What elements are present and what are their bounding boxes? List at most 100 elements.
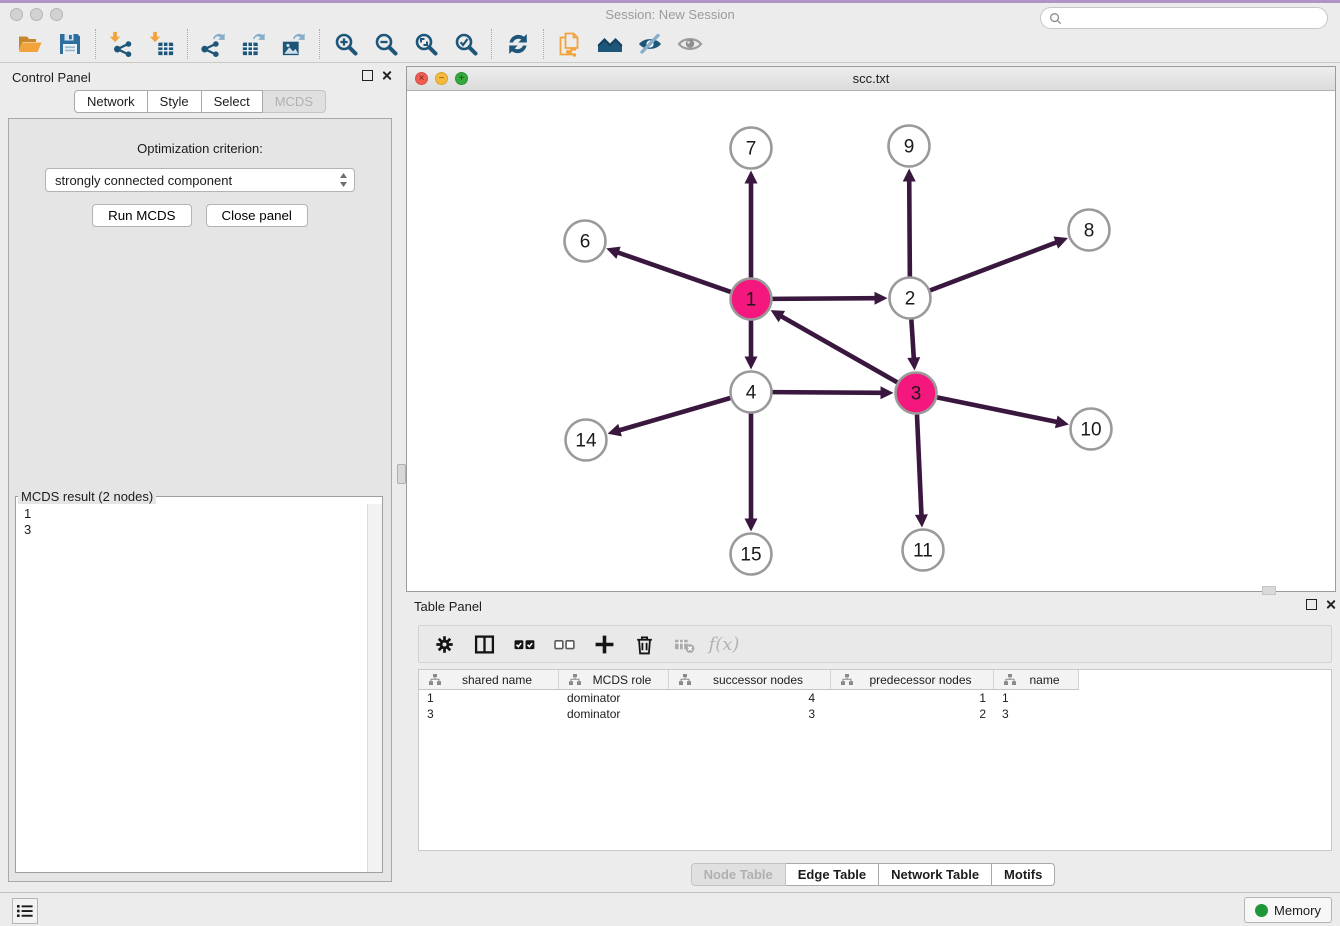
import-table-button[interactable] xyxy=(142,29,182,59)
table-cell[interactable]: 2 xyxy=(831,706,994,722)
node-label: 1 xyxy=(746,290,757,311)
graph-node-15[interactable]: 15 xyxy=(731,534,772,575)
table-cell[interactable]: dominator xyxy=(559,690,669,706)
graph-edge-4-14[interactable] xyxy=(608,398,731,436)
table-cell[interactable]: 3 xyxy=(669,706,831,722)
network-window-titlebar[interactable]: × − + scc.txt xyxy=(407,67,1335,91)
table-row[interactable]: 3dominator323 xyxy=(419,706,1331,722)
close-panel-button[interactable]: Close panel xyxy=(206,204,308,227)
zoom-fit-button[interactable] xyxy=(406,29,446,59)
table-cell[interactable]: 1 xyxy=(419,690,559,706)
table-cell[interactable]: 1 xyxy=(831,690,994,706)
save-session-button[interactable] xyxy=(50,29,90,59)
float-panel-icon[interactable] xyxy=(362,70,373,81)
hierarchy-icon xyxy=(424,674,436,685)
table-cell[interactable]: 3 xyxy=(994,706,1079,722)
edge-arrowhead xyxy=(608,424,622,436)
table-cell[interactable]: 1 xyxy=(994,690,1079,706)
tab-edge-table[interactable]: Edge Table xyxy=(786,863,879,886)
graph-edge-2-8[interactable] xyxy=(930,237,1068,291)
close-table-panel-icon[interactable] xyxy=(1325,599,1336,610)
node-label: 7 xyxy=(746,139,757,160)
edge-arrowhead xyxy=(907,357,920,370)
column-header-successor-nodes[interactable]: successor nodes xyxy=(669,670,831,690)
tab-style[interactable]: Style xyxy=(148,90,202,113)
splitter-handle[interactable] xyxy=(397,464,406,484)
graph-edge-4-15[interactable] xyxy=(745,414,758,532)
table-cell[interactable]: dominator xyxy=(559,706,669,722)
hierarchy-icon xyxy=(564,674,576,685)
tab-motifs[interactable]: Motifs xyxy=(992,863,1055,886)
tab-network-table[interactable]: Network Table xyxy=(879,863,992,886)
tab-mcds[interactable]: MCDS xyxy=(263,90,326,113)
graph-edge-3-10[interactable] xyxy=(937,397,1069,428)
clone-network-button[interactable] xyxy=(550,29,590,59)
graph-node-8[interactable]: 8 xyxy=(1069,210,1110,251)
function-builder-button: f(x) xyxy=(707,629,741,659)
column-header-shared-name[interactable]: shared name xyxy=(419,670,559,690)
table-row[interactable]: 1dominator411 xyxy=(419,690,1331,706)
result-scrollbar[interactable] xyxy=(367,504,382,872)
tab-network[interactable]: Network xyxy=(74,90,148,113)
tab-node-table[interactable]: Node Table xyxy=(691,863,786,886)
graph-edge-2-9[interactable] xyxy=(903,168,916,276)
column-header-name[interactable]: name xyxy=(994,670,1079,690)
gear-icon xyxy=(434,634,455,655)
import-network-button[interactable] xyxy=(102,29,142,59)
float-table-panel-icon[interactable] xyxy=(1306,599,1317,610)
table-panel-tabs: Node TableEdge TableNetwork TableMotifs xyxy=(406,863,1340,886)
graph-node-9[interactable]: 9 xyxy=(889,126,930,167)
control-panel: Control Panel NetworkStyleSelectMCDS Opt… xyxy=(4,66,396,886)
graph-edge-1-4[interactable] xyxy=(745,321,758,370)
select-all-rows-button[interactable] xyxy=(507,629,541,659)
deselect-all-rows-button[interactable] xyxy=(547,629,581,659)
vertical-splitter[interactable] xyxy=(396,66,406,886)
graph-edge-1-6[interactable] xyxy=(606,247,730,292)
export-table-button[interactable] xyxy=(234,29,274,59)
apply-layout-button[interactable] xyxy=(498,29,538,59)
graph-edge-1-2[interactable] xyxy=(772,292,887,305)
graph-edge-2-3[interactable] xyxy=(907,319,920,370)
graph-edge-3-1[interactable] xyxy=(771,310,898,382)
table-cell[interactable]: 4 xyxy=(669,690,831,706)
open-session-button[interactable] xyxy=(10,29,50,59)
search-input[interactable] xyxy=(1066,8,1327,28)
run-mcds-button[interactable]: Run MCDS xyxy=(92,204,191,227)
graph-node-11[interactable]: 11 xyxy=(903,530,944,571)
toolbar-separator xyxy=(95,29,97,59)
column-header-predecessor-nodes[interactable]: predecessor nodes xyxy=(831,670,994,690)
export-image-button[interactable] xyxy=(274,29,314,59)
table-settings-button[interactable] xyxy=(427,629,461,659)
import-network-icon xyxy=(109,31,135,57)
graph-node-14[interactable]: 14 xyxy=(566,420,607,461)
tab-select[interactable]: Select xyxy=(202,90,263,113)
graph-node-7[interactable]: 7 xyxy=(731,128,772,169)
zoom-in-button[interactable] xyxy=(326,29,366,59)
graph-node-2[interactable]: 2 xyxy=(890,278,931,319)
graph-edge-3-11[interactable] xyxy=(915,414,928,527)
horizontal-splitter-handle[interactable] xyxy=(1262,586,1276,595)
graph-node-10[interactable]: 10 xyxy=(1071,409,1112,450)
toggle-panes-button[interactable] xyxy=(467,629,501,659)
first-neighbors-button[interactable] xyxy=(590,29,630,59)
search-box[interactable] xyxy=(1040,7,1328,29)
graph-edge-4-3[interactable] xyxy=(772,386,893,399)
delete-column-button[interactable] xyxy=(627,629,661,659)
zoom-selected-button[interactable] xyxy=(446,29,486,59)
memory-button[interactable]: Memory xyxy=(1244,897,1332,923)
criterion-dropdown[interactable]: strongly connected component xyxy=(45,168,355,192)
task-history-button[interactable] xyxy=(12,898,38,924)
close-panel-icon[interactable] xyxy=(381,70,392,81)
table-cell[interactable]: 3 xyxy=(419,706,559,722)
graph-node-6[interactable]: 6 xyxy=(565,221,606,262)
add-column-button[interactable] xyxy=(587,629,621,659)
graph-node-1[interactable]: 1 xyxy=(731,279,772,320)
zoom-out-button[interactable] xyxy=(366,29,406,59)
graph-edge-1-7[interactable] xyxy=(745,171,758,278)
network-canvas[interactable]: 7 9 6 8 1 2 4 3 14 10 15 11 xyxy=(407,91,1335,592)
graph-node-3[interactable]: 3 xyxy=(896,373,937,414)
export-network-button[interactable] xyxy=(194,29,234,59)
hide-selected-button[interactable] xyxy=(630,29,670,59)
column-header-MCDS-role[interactable]: MCDS role xyxy=(559,670,669,690)
graph-node-4[interactable]: 4 xyxy=(731,372,772,413)
